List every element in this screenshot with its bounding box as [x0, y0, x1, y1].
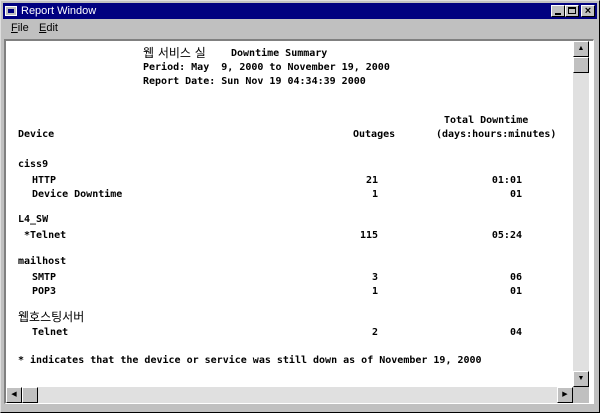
minimize-button[interactable]	[551, 5, 565, 17]
service-row-name: Device Downtime	[32, 189, 123, 200]
report-window: Report Window × File Edit 웹 서비스 실 Downti…	[0, 0, 600, 413]
menu-edit[interactable]: Edit	[39, 20, 58, 37]
close-button[interactable]: ×	[581, 5, 595, 17]
report-view[interactable]: 웹 서비스 실 Downtime Summary Period: May 9, …	[4, 39, 594, 404]
header-device: Device	[18, 129, 55, 140]
menu-file-label: ile	[17, 22, 29, 34]
menu-file-accelerator: F	[11, 22, 18, 34]
scroll-right-button[interactable]: ▶	[557, 387, 573, 403]
footnote: * indicates that the device or service w…	[18, 355, 482, 366]
service-row-name: HTTP	[32, 175, 57, 186]
header-total-downtime: Total Downtime	[444, 115, 529, 126]
service-row-downtime: 01	[509, 189, 522, 200]
service-row-downtime: 01:01	[491, 175, 522, 186]
service-row-outages: 1	[371, 286, 378, 297]
report-app-icon[interactable]	[5, 6, 17, 16]
report-text: 웹 서비스 실 Downtime Summary Period: May 9, …	[18, 47, 570, 385]
scroll-up-button[interactable]: ▲	[573, 41, 589, 57]
report-date: Report Date: Sun Nov 19 04:34:39 2000	[143, 76, 366, 87]
service-row-name: POP3	[32, 286, 57, 297]
arrow-right-icon: ▶	[562, 391, 568, 398]
arrow-up-icon: ▲	[577, 45, 585, 52]
service-name: 웹 서비스 실	[143, 46, 206, 60]
service-row-outages: 21	[365, 175, 378, 186]
service-row-outages: 115	[359, 230, 378, 241]
scrollbar-corner	[573, 387, 589, 403]
service-row-outages: 3	[371, 272, 378, 283]
scroll-left-button[interactable]: ◀	[6, 387, 22, 403]
vertical-scroll-thumb[interactable]	[573, 57, 589, 73]
service-row-name: *Telnet	[24, 230, 67, 241]
menu-file[interactable]: File	[11, 20, 29, 37]
service-row-downtime: 05:24	[491, 230, 522, 241]
minimize-icon	[555, 13, 561, 15]
service-row-name: SMTP	[32, 272, 57, 283]
maximize-button[interactable]	[565, 5, 579, 17]
vertical-scrollbar[interactable]: ▲ ▼	[573, 41, 589, 387]
menu-bar: File Edit	[3, 20, 597, 37]
close-icon: ×	[584, 5, 592, 17]
service-row-outages: 2	[371, 327, 378, 338]
title-bar[interactable]: Report Window ×	[3, 3, 597, 19]
service-row-downtime: 01	[509, 286, 522, 297]
device-name: mailhost	[18, 256, 67, 267]
window-title: Report Window	[21, 5, 97, 17]
horizontal-scrollbar[interactable]: ◀ ▶	[6, 387, 573, 403]
maximize-icon	[568, 7, 576, 14]
service-row-downtime: 06	[509, 272, 522, 283]
arrow-down-icon: ▼	[577, 375, 585, 382]
service-row-downtime: 04	[509, 327, 522, 338]
header-outages: Outages	[353, 129, 396, 140]
device-name: ciss9	[18, 159, 49, 170]
scroll-down-button[interactable]: ▼	[573, 371, 589, 387]
service-row-name: Telnet	[32, 327, 69, 338]
service-row-outages: 1	[371, 189, 378, 200]
header-format: (days:hours:minutes)	[436, 129, 557, 140]
summary-title: Downtime Summary	[231, 48, 328, 59]
arrow-left-icon: ◀	[11, 391, 17, 398]
horizontal-scroll-thumb[interactable]	[22, 387, 38, 403]
device-name: L4_SW	[18, 214, 49, 225]
device-name: 웹호스팅서버	[18, 310, 85, 324]
report-period: Period: May 9, 2000 to November 19, 2000	[143, 62, 390, 73]
menu-edit-label: dit	[46, 22, 58, 34]
